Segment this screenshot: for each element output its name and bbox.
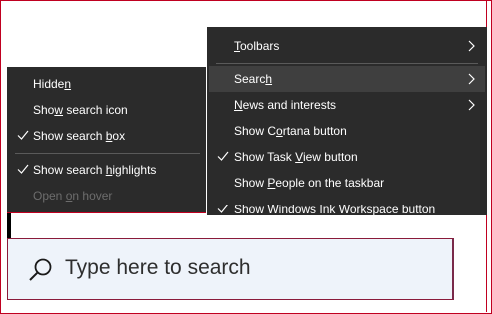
menu-item-show-task-view-button[interactable]: Show Task View button bbox=[209, 144, 485, 170]
menu-item-label: Show search box bbox=[33, 129, 126, 143]
menu-item-label: Hidden bbox=[33, 77, 72, 91]
menu-item-clip: Show Windows Ink Workspace button bbox=[207, 205, 487, 215]
menu-item-label: Search bbox=[234, 72, 273, 86]
menu-item-toolbars[interactable]: Toolbars bbox=[209, 33, 485, 59]
menu-item-news-and-interests[interactable]: News and interests bbox=[209, 92, 485, 118]
submenu-item-show-search-box[interactable]: Show search box bbox=[9, 123, 204, 149]
chevron-right-icon bbox=[468, 99, 475, 111]
menu-item-show-cortana-button[interactable]: Show Cortana button bbox=[209, 118, 485, 144]
submenu-item-show-search-icon[interactable]: Show search icon bbox=[9, 97, 204, 123]
menu-separator bbox=[15, 153, 200, 154]
taskbar-edge bbox=[7, 213, 11, 238]
checkmark-icon bbox=[17, 130, 29, 140]
chevron-right-icon bbox=[468, 73, 475, 85]
menu-item-label: Toolbars bbox=[234, 39, 280, 53]
menu-item-label: Show Task View button bbox=[234, 150, 358, 164]
search-placeholder: Type here to search bbox=[65, 256, 251, 279]
taskbar-search-box[interactable]: Type here to search bbox=[7, 238, 454, 300]
chevron-right-icon bbox=[468, 40, 475, 52]
menu-item-label: Open on hover bbox=[33, 189, 113, 203]
menu-item-label: Show Windows Ink Workspace button bbox=[234, 205, 436, 215]
menu-item-search[interactable]: Search bbox=[209, 66, 485, 92]
menu-item-label: Show Cortana button bbox=[234, 124, 347, 138]
submenu-item-open-on-hover: Open on hover bbox=[9, 183, 204, 209]
menu-overflow: Show Windows Ink Workspace button bbox=[207, 205, 487, 215]
menu-item-label: Show search icon bbox=[33, 103, 128, 117]
search-submenu: Hidden Show search icon Show search box … bbox=[7, 67, 206, 213]
menu-item-label: Show search highlights bbox=[33, 163, 157, 177]
search-icon bbox=[29, 258, 52, 281]
menu-item-show-people-on-the-taskbar[interactable]: Show People on the taskbar bbox=[209, 170, 485, 196]
menu-item-label: News and interests bbox=[234, 98, 337, 112]
checkmark-icon bbox=[217, 205, 228, 213]
checkmark-icon bbox=[17, 164, 29, 174]
taskbar-context-menu: Toolbars Search News and interests Show … bbox=[207, 27, 487, 215]
menu-item-show-windows-ink-workspace-button[interactable]: Show Windows Ink Workspace button bbox=[209, 205, 485, 215]
checkmark-icon bbox=[217, 151, 229, 161]
menu-item-label: Show People on the taskbar bbox=[234, 176, 385, 190]
submenu-item-hidden[interactable]: Hidden bbox=[9, 71, 204, 97]
menu-separator bbox=[216, 63, 478, 64]
submenu-item-show-search-highlights[interactable]: Show search highlights bbox=[9, 157, 204, 183]
